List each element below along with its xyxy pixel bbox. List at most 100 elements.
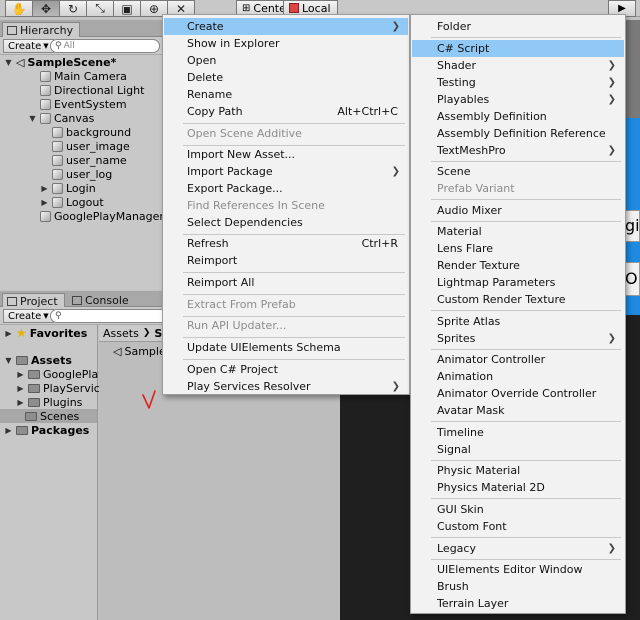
submenu-item-textmeshpro[interactable]: TextMeshPro ❯ (412, 142, 624, 159)
submenu-item-material[interactable]: Material (412, 223, 624, 240)
submenu-item-signal[interactable]: Signal (412, 441, 624, 458)
rect-tool-button[interactable]: ▣ (113, 0, 141, 17)
submenu-item-cs-script[interactable]: C# Script (412, 40, 624, 57)
move-icon: ✥ (40, 1, 52, 16)
menu-item-show-in-explorer[interactable]: Show in Explorer (164, 35, 408, 52)
submenu-item-audio-mixer[interactable]: Audio Mixer (412, 202, 624, 219)
submenu-item-avatar-mask[interactable]: Avatar Mask (412, 402, 624, 419)
submenu-item-shader[interactable]: Shader ❯ (412, 57, 624, 74)
submenu-item-legacy[interactable]: Legacy ❯ (412, 540, 624, 557)
rotate-tool-button[interactable]: ↻ (59, 0, 87, 17)
submenu-item-timeline[interactable]: Timeline (412, 424, 624, 441)
submenu-item-assembly-definition[interactable]: Assembly Definition (412, 108, 624, 125)
collapse-arrow-icon[interactable]: ▶ (4, 426, 13, 435)
menu-item-label: Extract From Prefab (187, 298, 296, 311)
menu-item-rename[interactable]: Rename (164, 86, 408, 103)
menu-item-label: Rename (187, 88, 233, 101)
menu-item-run-api-updater: Run API Updater... (164, 317, 408, 334)
menu-item-refresh[interactable]: Refresh Ctrl+R (164, 235, 408, 252)
submenu-item-sprites[interactable]: Sprites ❯ (412, 330, 624, 347)
submenu-item-animation[interactable]: Animation (412, 368, 624, 385)
collapse-arrow-icon[interactable]: ▶ (4, 329, 13, 338)
scale-tool-button[interactable]: ⤡ (86, 0, 114, 17)
project-create-button[interactable]: Create ▼ (3, 309, 54, 323)
tree-item-logout[interactable]: ▶ Logout (40, 195, 103, 209)
folder-scenes[interactable]: Scenes (0, 409, 97, 423)
tree-item-googleplaymanager[interactable]: GooglePlayManager (40, 209, 164, 223)
menu-item-reimport-all[interactable]: Reimport All (164, 274, 408, 291)
tree-item-background[interactable]: background (52, 125, 131, 139)
submenu-item-animator-controller[interactable]: Animator Controller (412, 351, 624, 368)
submenu-item-uielements-editor-window[interactable]: UIElements Editor Window (412, 561, 624, 578)
tree-item-user-image[interactable]: user_image (52, 139, 130, 153)
context-menu: Create ❯ Show in Explorer Open Delete Re… (162, 14, 410, 395)
menu-item-reimport[interactable]: Reimport (164, 252, 408, 269)
submenu-item-lightmap-parameters[interactable]: Lightmap Parameters (412, 274, 624, 291)
menu-item-copy-path[interactable]: Copy Path Alt+Ctrl+C (164, 103, 408, 120)
assets-row[interactable]: ▼ Assets (4, 353, 71, 367)
submenu-item-testing[interactable]: Testing ❯ (412, 74, 624, 91)
hand-tool-button[interactable]: ✋ (5, 0, 33, 17)
collapse-arrow-icon[interactable]: ▶ (16, 370, 25, 379)
submenu-item-assembly-definition-reference[interactable]: Assembly Definition Reference (412, 125, 624, 142)
scene-row[interactable]: ▼ ◁ SampleScene* (4, 55, 116, 69)
collapse-arrow-icon[interactable]: ▶ (40, 184, 49, 193)
menu-item-open[interactable]: Open (164, 52, 408, 69)
expand-arrow-icon[interactable]: ▼ (28, 114, 37, 123)
submenu-item-sprite-atlas[interactable]: Sprite Atlas (412, 313, 624, 330)
scene-name: SampleScene* (27, 55, 117, 69)
tree-item-user-name[interactable]: user_name (52, 153, 127, 167)
folder-playservices[interactable]: ▶ PlayServices (16, 381, 112, 395)
packages-row[interactable]: ▶ Packages (4, 423, 89, 437)
tree-item-label: GooglePlayManager (54, 209, 164, 223)
submenu-item-folder[interactable]: Folder (412, 18, 624, 35)
collapse-arrow-icon[interactable]: ▶ (16, 398, 25, 407)
tree-item-login[interactable]: ▶ Login (40, 181, 95, 195)
tab-console[interactable]: Console (68, 293, 135, 308)
submenu-item-render-texture[interactable]: Render Texture (412, 257, 624, 274)
submenu-item-physic-material[interactable]: Physic Material (412, 462, 624, 479)
tab-project[interactable]: Project (2, 293, 65, 308)
menu-item-select-dependencies[interactable]: Select Dependencies (164, 214, 408, 231)
menu-item-delete[interactable]: Delete (164, 69, 408, 86)
submenu-item-terrain-layer[interactable]: Terrain Layer (412, 595, 624, 612)
submenu-item-brush[interactable]: Brush (412, 578, 624, 595)
breadcrumb-assets[interactable]: Assets (103, 327, 139, 340)
expand-arrow-icon[interactable]: ▼ (4, 58, 13, 67)
submenu-item-custom-render-texture[interactable]: Custom Render Texture (412, 291, 624, 308)
folder-plugins[interactable]: ▶ Plugins (16, 395, 82, 409)
collapse-arrow-icon[interactable]: ▶ (40, 198, 49, 207)
submenu-item-playables[interactable]: Playables ❯ (412, 91, 624, 108)
tree-item-label: EventSystem (54, 97, 127, 111)
menu-item-open-cs-project[interactable]: Open C# Project (164, 361, 408, 378)
menu-item-import-new-asset[interactable]: Import New Asset... (164, 146, 408, 163)
submenu-item-scene[interactable]: Scene (412, 163, 624, 180)
tree-item-directional-light[interactable]: Directional Light (40, 83, 144, 97)
tree-item-main-camera[interactable]: Main Camera (40, 69, 127, 83)
expand-arrow-icon[interactable]: ▼ (4, 356, 13, 365)
menu-item-update-uielements-schema[interactable]: Update UIElements Schema (164, 339, 408, 356)
menu-item-import-package[interactable]: Import Package ❯ (164, 163, 408, 180)
submenu-item-physics-material-2d[interactable]: Physics Material 2D (412, 479, 624, 496)
file-item-samplescene[interactable]: ◁ Sample (113, 344, 166, 358)
submenu-item-animator-override-controller[interactable]: Animator Override Controller (412, 385, 624, 402)
submenu-item-lens-flare[interactable]: Lens Flare (412, 240, 624, 257)
menu-item-label: Refresh (187, 237, 229, 250)
favorites-row[interactable]: ▶ ★ Favorites (4, 326, 87, 340)
tree-item-user-log[interactable]: user_log (52, 167, 112, 181)
submenu-item-gui-skin[interactable]: GUI Skin (412, 501, 624, 518)
move-tool-button[interactable]: ✥ (32, 0, 60, 17)
tree-item-eventsystem[interactable]: EventSystem (40, 97, 127, 111)
submenu-item-custom-font[interactable]: Custom Font (412, 518, 624, 535)
favorites-star-icon: ★ (16, 326, 27, 340)
collapse-arrow-icon[interactable]: ▶ (16, 384, 25, 393)
tree-item-canvas[interactable]: ▼ Canvas (28, 111, 94, 125)
submenu-arrow-icon: ❯ (391, 166, 400, 177)
menu-item-label: Select Dependencies (187, 216, 303, 229)
menu-item-play-services-resolver[interactable]: Play Services Resolver ❯ (164, 378, 408, 395)
menu-item-create[interactable]: Create ❯ (164, 18, 408, 35)
menu-item-export-package[interactable]: Export Package... (164, 180, 408, 197)
hierarchy-search-input[interactable]: ⚲ All (50, 39, 160, 53)
tab-hierarchy[interactable]: Hierarchy (2, 22, 81, 37)
hierarchy-create-button[interactable]: Create ▼ (3, 39, 54, 53)
